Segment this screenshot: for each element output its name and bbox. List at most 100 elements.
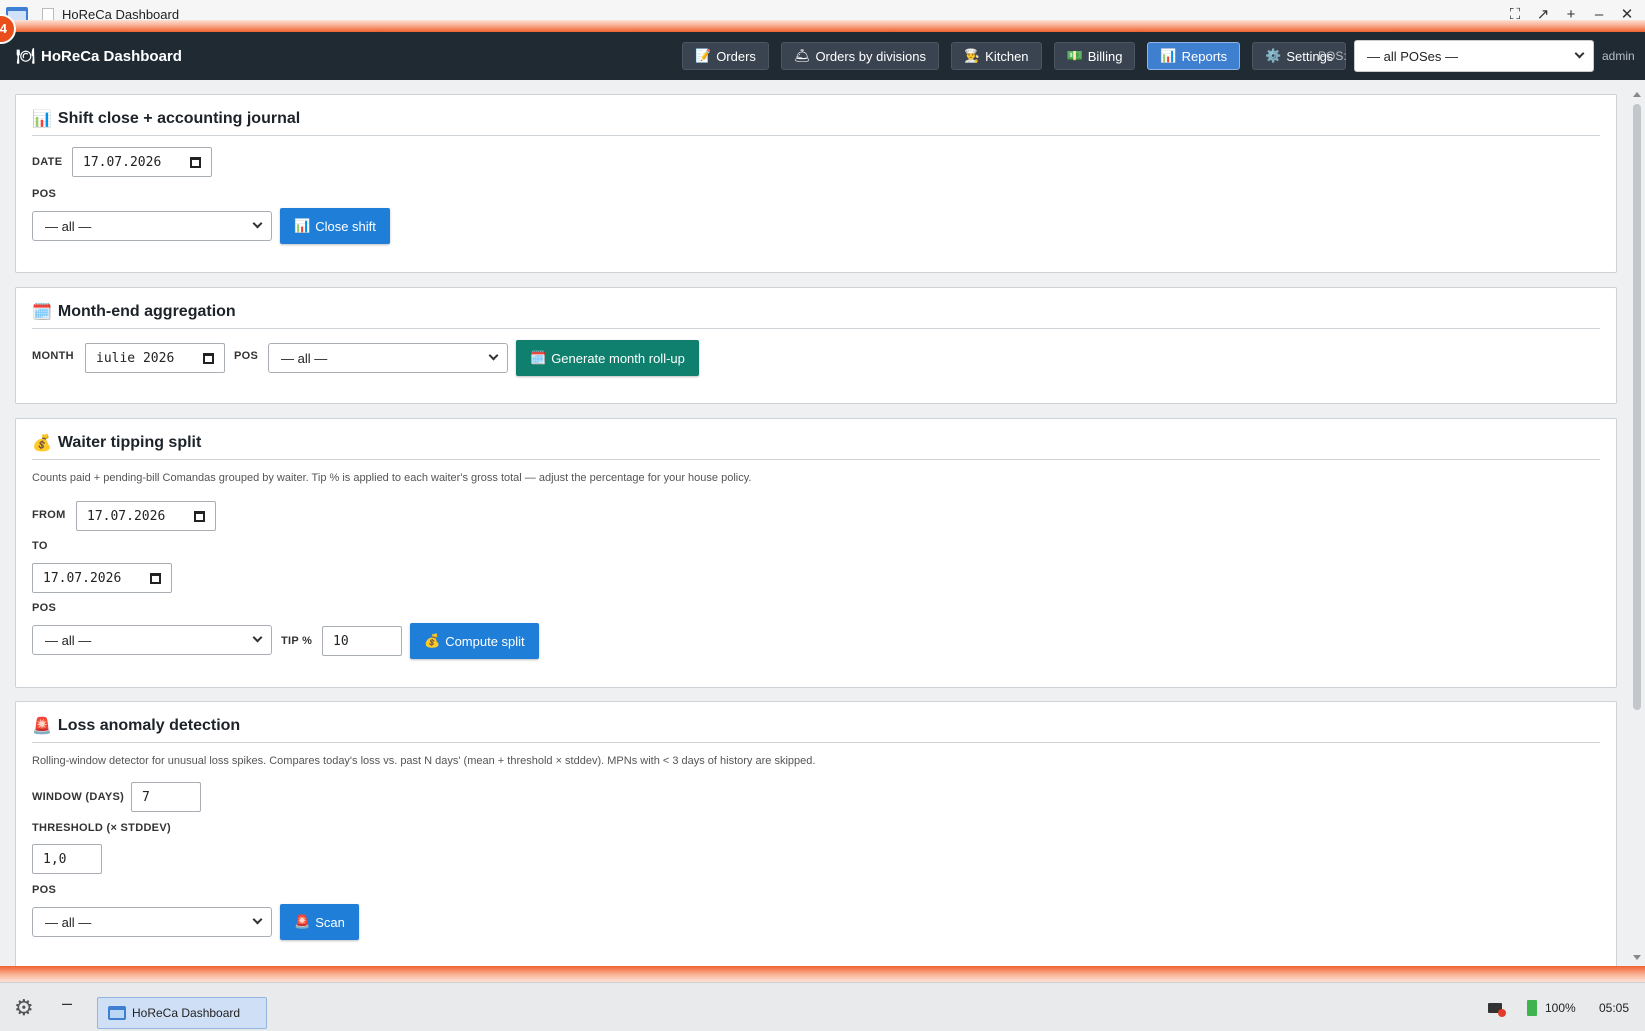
tip-pos-select[interactable]: — all — — [32, 625, 272, 655]
taskbar: ⚙ – HoReCa Dashboard 100% 05:05 — [0, 982, 1645, 1031]
shift-date-value: 17.07.2026 — [83, 154, 162, 170]
pos-filter-value: — all POSes — — [1367, 48, 1459, 64]
nav-kitchen-label: Kitchen — [985, 48, 1029, 64]
tip-to-date-input[interactable]: 17.07.2026 — [32, 563, 172, 593]
generate-month-rollup-label: Generate month roll-up — [551, 350, 685, 366]
pos-label: POS — [234, 350, 259, 362]
scrollbar-thumb[interactable] — [1633, 104, 1641, 710]
tipping-card: 💰 Waiter tipping split Counts paid + pen… — [15, 418, 1617, 688]
threshold-input[interactable]: 1,0 — [32, 844, 102, 874]
calendar-icon[interactable] — [194, 511, 205, 522]
nav-billing-button[interactable]: 💵 Billing — [1053, 42, 1136, 70]
month-end-card: 🗓️ Month-end aggregation MONTH iulie 202… — [15, 287, 1617, 404]
nav-reports-button[interactable]: 📊 Reports — [1147, 42, 1241, 70]
threshold-value: 1,0 — [43, 851, 67, 867]
nav-reports-label: Reports — [1181, 48, 1228, 64]
tip-to-date-value: 17.07.2026 — [43, 570, 122, 586]
divider — [32, 135, 1600, 136]
close-shift-label: Close shift — [315, 218, 376, 234]
money-bag-icon: 💰 — [424, 633, 441, 648]
pos-filter-select[interactable]: — all POSes — — [1354, 40, 1594, 72]
calendar-icon: 🗓️ — [530, 350, 547, 365]
chart-icon: 📊 — [294, 218, 311, 233]
tip-from-date-value: 17.07.2026 — [87, 508, 166, 524]
chart-icon: 📊 — [32, 111, 52, 128]
pos-label: POS — [32, 602, 57, 614]
close-shift-button[interactable]: 📊 Close shift — [280, 208, 390, 244]
pos-label: POS — [32, 884, 57, 896]
to-label: TO — [32, 540, 48, 552]
tipping-title: 💰 Waiter tipping split — [32, 433, 201, 453]
vertical-scrollbar[interactable] — [1631, 88, 1643, 968]
month-pos-value: — all — — [281, 350, 328, 366]
money-bag-icon: 💰 — [32, 435, 52, 452]
calendar-icon[interactable] — [190, 157, 201, 168]
shift-pos-value: — all — — [45, 218, 92, 234]
nav-kitchen-button[interactable]: 👨‍🍳 Kitchen — [950, 42, 1042, 70]
scan-label: Scan — [315, 914, 345, 930]
battery-level: 100% — [1545, 1001, 1576, 1015]
current-user[interactable]: admin — [1602, 49, 1635, 63]
date-label: DATE — [32, 156, 63, 168]
battery-icon[interactable] — [1527, 1000, 1537, 1016]
tip-percent-value: 10 — [333, 633, 349, 649]
brand-title: HoReCa Dashboard — [41, 47, 182, 65]
scroll-down-icon[interactable] — [1633, 955, 1641, 960]
loss-anomaly-title: 🚨 Loss anomaly detection — [32, 716, 240, 736]
month-pos-select[interactable]: — all — — [268, 343, 508, 373]
cook-icon: 👨‍🍳 — [963, 48, 981, 63]
nav-billing-label: Billing — [1087, 48, 1123, 64]
nav-orders-by-divisions-label: Orders by divisions — [815, 48, 926, 64]
month-end-title: 🗓️ Month-end aggregation — [32, 302, 236, 322]
calendar-icon[interactable] — [203, 353, 214, 364]
month-end-title-text: Month-end aggregation — [57, 303, 236, 320]
tip-from-date-input[interactable]: 17.07.2026 — [76, 501, 216, 531]
chevron-down-icon — [488, 350, 499, 361]
window-days-value: 7 — [142, 789, 150, 805]
window-days-input[interactable]: 7 — [131, 782, 201, 812]
compute-split-button[interactable]: 💰 Compute split — [410, 623, 539, 659]
gear-icon: ⚙️ — [1265, 48, 1282, 63]
taskbar-app-button[interactable]: HoReCa Dashboard — [97, 997, 267, 1029]
calendar-icon: 🗓️ — [32, 304, 52, 321]
shift-close-card: 📊 Shift close + accounting journal DATE … — [15, 94, 1617, 273]
app-navbar: 🍽 HoReCa Dashboard 📝 Orders 🛎 Orders by … — [0, 32, 1645, 80]
shift-pos-select[interactable]: — all — — [32, 211, 272, 241]
tip-percent-input[interactable]: 10 — [322, 626, 402, 656]
brand[interactable]: 🍽 HoReCa Dashboard — [16, 47, 182, 66]
tipping-description: Counts paid + pending-bill Comandas grou… — [32, 472, 752, 484]
loss-anomaly-title-text: Loss anomaly detection — [57, 717, 241, 734]
nav-orders-by-divisions-button[interactable]: 🛎 Orders by divisions — [780, 42, 939, 70]
from-label: FROM — [32, 509, 66, 521]
clock[interactable]: 05:05 — [1599, 1001, 1629, 1015]
nav-buttons: 📝 Orders 🛎 Orders by divisions 👨‍🍳 Kitch… — [682, 42, 1347, 70]
month-input[interactable]: iulie 2026 — [85, 343, 225, 373]
settings-gear-icon[interactable]: ⚙ — [14, 995, 34, 1021]
scan-button[interactable]: 🚨 Scan — [280, 904, 359, 940]
loss-pos-value: — all — — [45, 914, 92, 930]
divider — [32, 328, 1600, 329]
main-content: 📊 Shift close + accounting journal DATE … — [0, 80, 1645, 970]
loss-pos-select[interactable]: — all — — [32, 907, 272, 937]
taskbar-app-label: HoReCa Dashboard — [132, 1006, 241, 1020]
nav-orders-button[interactable]: 📝 Orders — [682, 42, 769, 70]
loss-description: Rolling-window detector for unusual loss… — [32, 755, 816, 767]
folder-icon — [108, 1006, 126, 1020]
tip-percent-label: TIP % — [281, 635, 313, 647]
shift-date-input[interactable]: 17.07.2026 — [72, 147, 212, 177]
window-focus-border-bottom — [0, 966, 1645, 982]
minimize-all-icon[interactable]: – — [62, 993, 72, 1014]
siren-icon: 🚨 — [32, 718, 52, 735]
scroll-up-icon[interactable] — [1633, 92, 1641, 97]
window-focus-border-top — [0, 20, 1645, 32]
calendar-icon[interactable] — [150, 573, 161, 584]
loss-anomaly-card: 🚨 Loss anomaly detection Rolling-window … — [15, 701, 1617, 970]
threshold-label: THRESHOLD (× STDDEV) — [32, 822, 171, 834]
generate-month-rollup-button[interactable]: 🗓️ Generate month roll-up — [516, 340, 699, 376]
month-label: MONTH — [32, 350, 74, 362]
plate-icon: 🍽 — [16, 48, 36, 65]
tip-pos-value: — all — — [45, 632, 92, 648]
divider — [32, 459, 1600, 460]
network-icon[interactable] — [1488, 1003, 1506, 1017]
tipping-title-text: Waiter tipping split — [57, 434, 202, 451]
